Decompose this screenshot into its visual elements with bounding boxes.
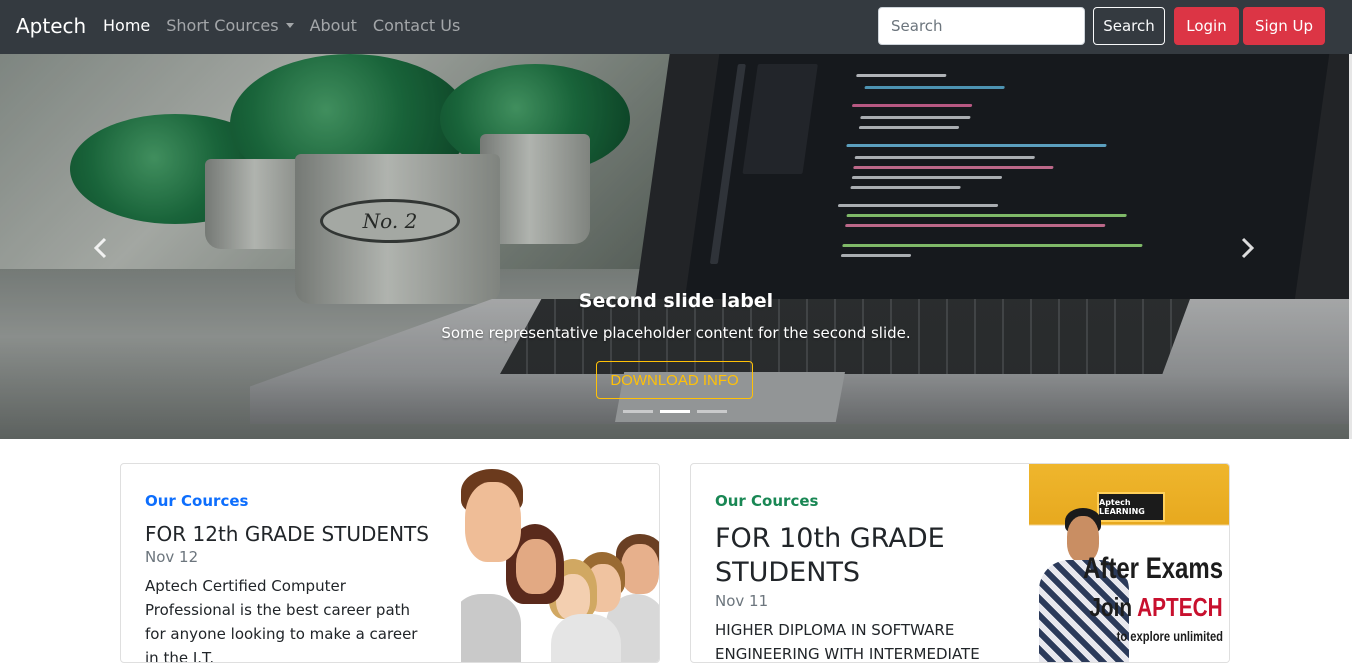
card-category[interactable]: Our Cources	[715, 492, 818, 510]
login-button[interactable]: Login	[1174, 7, 1239, 45]
card-date: Nov 11	[715, 592, 769, 610]
ad-tagline: to explore unlimited	[1116, 628, 1223, 644]
carousel-indicator[interactable]	[697, 410, 727, 413]
student-face	[516, 539, 556, 594]
card-text: Aptech Certified Computer Professional i…	[145, 577, 418, 663]
course-card-10th: Our Cources FOR 10th GRADE STUDENTS Nov …	[690, 463, 1230, 663]
chevron-left-icon	[93, 237, 107, 259]
hero-carousel: No. 2 Second slide label Some representa…	[0, 54, 1352, 439]
nav-links: Home Short Cources About Contact Us	[103, 16, 460, 35]
course-card-12th: Our Cources FOR 12th GRADE STUDENTS Nov …	[120, 463, 660, 663]
carousel-indicator[interactable]	[623, 410, 653, 413]
card-title: FOR 12th GRADE STUDENTS	[145, 522, 429, 546]
card-category[interactable]: Our Cources	[145, 492, 248, 510]
student-face	[621, 544, 659, 594]
download-info-button[interactable]: DOWNLOAD INFO	[596, 361, 753, 399]
aptech-logo: Aptech LEARNING	[1097, 492, 1165, 522]
carousel-next-button[interactable]	[1238, 237, 1256, 265]
carousel-caption-title: Second slide label	[578, 290, 774, 312]
carousel-prev-button[interactable]	[92, 237, 110, 265]
search-input[interactable]	[878, 7, 1085, 45]
card-text: HIGHER DIPLOMA IN SOFTWARE ENGINEERING W…	[715, 621, 980, 663]
search-button[interactable]: Search	[1093, 7, 1165, 45]
student-shirt	[461, 594, 521, 662]
ad-headline: After Exams	[1082, 552, 1223, 585]
navbar: Aptech Home Short Cources About Contact …	[0, 0, 1352, 54]
ad-subheadline: Join APTECH	[1090, 592, 1223, 623]
ad-join-text: Join	[1089, 592, 1138, 622]
student-face	[465, 482, 521, 562]
students-image	[461, 464, 659, 662]
student-shirt	[551, 614, 621, 662]
nav-link-short-cources[interactable]: Short Cources	[166, 16, 294, 35]
nav-link-about[interactable]: About	[310, 16, 357, 35]
ad-aptech-text: APTECH	[1137, 592, 1223, 622]
navbar-brand[interactable]: Aptech	[16, 14, 86, 38]
nav-link-contact[interactable]: Contact Us	[373, 16, 460, 35]
card-date: Nov 12	[145, 548, 199, 566]
carousel-caption-text: Some representative placeholder content …	[441, 324, 911, 342]
carousel-indicator[interactable]	[660, 410, 690, 413]
card-title: FOR 10th GRADE STUDENTS	[715, 523, 945, 588]
signup-button[interactable]: Sign Up	[1243, 7, 1325, 45]
carousel-indicators	[623, 410, 727, 413]
chevron-right-icon	[1241, 237, 1255, 259]
nav-link-short-cources-label: Short Cources	[166, 16, 279, 35]
aptech-ad-image: Aptech LEARNING After Exams Join APTECH …	[1029, 464, 1229, 662]
dropdown-caret-icon	[285, 23, 294, 28]
nav-link-home[interactable]: Home	[103, 16, 150, 35]
